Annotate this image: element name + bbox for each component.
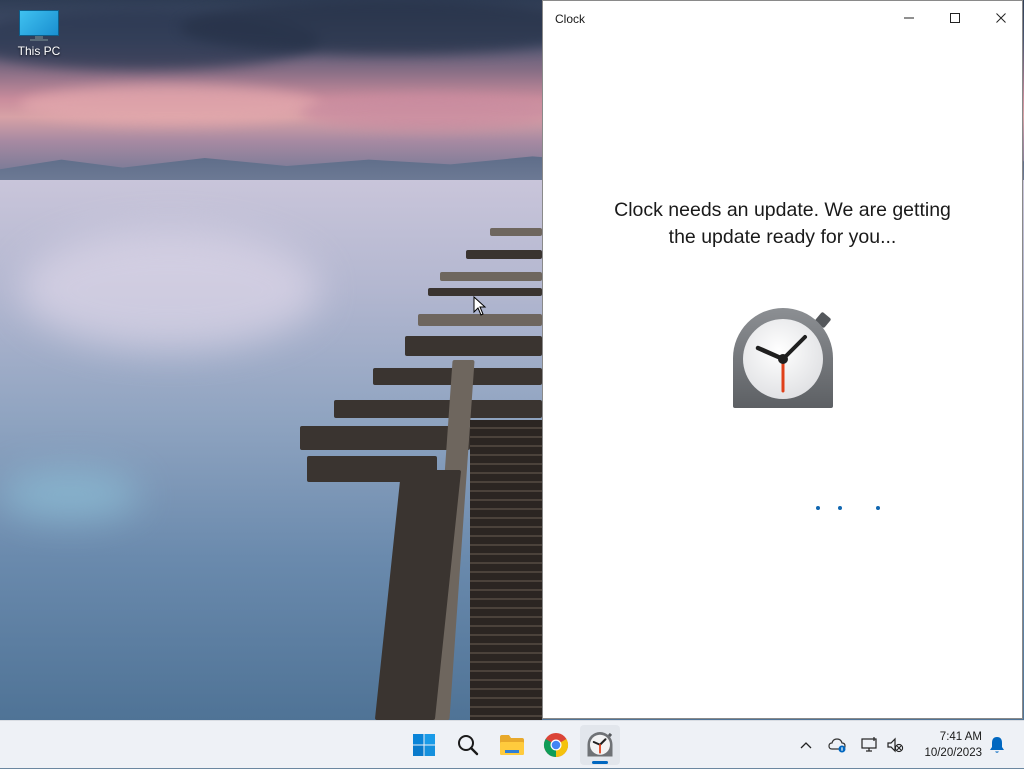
folder-icon	[500, 735, 524, 755]
maximize-icon	[950, 13, 960, 23]
network-tray-button[interactable]	[858, 721, 882, 769]
wallpaper-mist	[20, 230, 320, 350]
chrome-icon	[543, 733, 569, 757]
minimize-icon	[904, 17, 914, 19]
show-hidden-icons-button[interactable]	[796, 721, 816, 769]
loading-dot	[838, 506, 842, 510]
taskbar-time: 7:41 AM	[939, 731, 982, 743]
taskbar-clock-datetime[interactable]: 7:41 AM 10/20/2023	[912, 729, 982, 761]
pier-plank	[405, 336, 542, 356]
mouse-cursor-icon	[473, 296, 487, 316]
notification-center-button[interactable]	[986, 721, 1008, 769]
window-titlebar[interactable]: Clock	[543, 1, 1022, 35]
taskbar-search-button[interactable]	[448, 725, 488, 765]
update-message-line2: the update ready for you...	[668, 226, 897, 248]
window-title: Clock	[555, 12, 586, 26]
clock-app-icon	[587, 732, 613, 757]
taskbar-chrome[interactable]	[536, 725, 576, 765]
loading-dot	[876, 506, 880, 510]
chevron-up-icon	[800, 742, 812, 749]
taskbar: 7:41 AM 10/20/2023	[0, 720, 1024, 768]
volume-muted-icon	[887, 737, 904, 753]
onedrive-tray-button[interactable]	[826, 721, 850, 769]
taskbar-clock[interactable]	[580, 725, 620, 765]
desktop-icon-this-pc[interactable]: This PC	[10, 8, 68, 58]
update-message: Clock needs an update. We are getting th…	[543, 197, 1022, 251]
start-button[interactable]	[404, 725, 444, 765]
desktop-icon-label: This PC	[17, 44, 61, 58]
wallpaper-mist	[0, 470, 140, 520]
onedrive-icon	[828, 738, 846, 753]
pier-plank	[440, 272, 542, 281]
pier-plank	[334, 400, 542, 418]
minimize-button[interactable]	[886, 1, 932, 35]
wallpaper-cloud	[20, 85, 320, 125]
notification-bell-icon	[990, 737, 1004, 753]
pier-plank	[300, 426, 470, 450]
loading-indicator	[813, 506, 883, 512]
pier-plank	[490, 228, 542, 236]
wallpaper-cloud	[300, 95, 560, 130]
this-pc-icon	[19, 10, 59, 41]
pier-walkway	[470, 420, 542, 720]
taskbar-file-explorer[interactable]	[492, 725, 532, 765]
active-app-indicator	[592, 761, 608, 764]
search-icon	[458, 735, 479, 756]
wallpaper-cloud	[180, 0, 600, 55]
update-message-line1: Clock needs an update. We are getting	[614, 199, 951, 221]
pier-plank	[428, 288, 542, 296]
close-icon	[996, 13, 1006, 23]
loading-dot	[816, 506, 820, 510]
pier-plank	[466, 250, 542, 259]
maximize-button[interactable]	[932, 1, 978, 35]
volume-tray-button[interactable]	[884, 721, 906, 769]
taskbar-date: 10/20/2023	[924, 747, 982, 759]
network-icon	[861, 737, 877, 752]
windows-logo-icon	[413, 734, 435, 756]
close-button[interactable]	[978, 1, 1024, 35]
clock-window: Clock Clock needs an update. We are gett…	[542, 0, 1023, 719]
clock-app-icon	[733, 308, 833, 408]
